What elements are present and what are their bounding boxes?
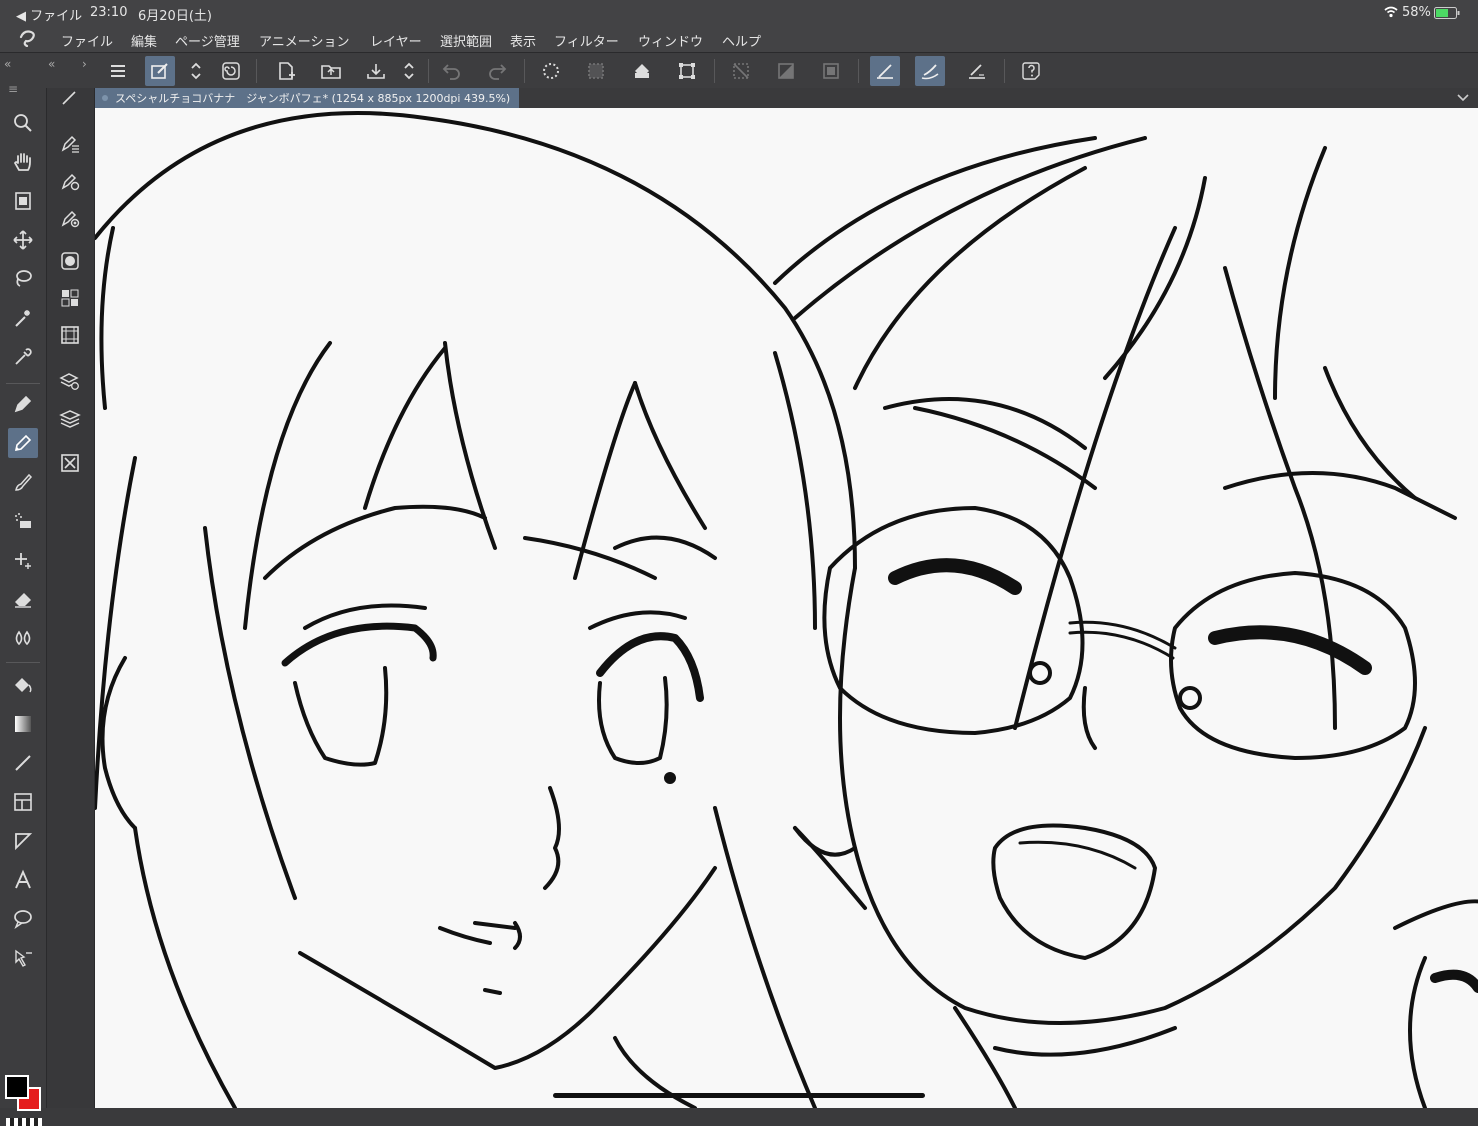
- open-folder-icon[interactable]: [316, 56, 346, 86]
- status-date: 6月20日(土): [138, 9, 212, 24]
- clear-icon[interactable]: [536, 56, 566, 86]
- spiral-icon[interactable]: [216, 56, 246, 86]
- invert-selection-icon[interactable]: [771, 56, 801, 86]
- menu-window[interactable]: ウィンドウ: [638, 31, 703, 50]
- airbrush-icon[interactable]: [8, 506, 38, 536]
- navigator-icon[interactable]: [55, 448, 85, 478]
- status-time: 23:10: [90, 5, 128, 20]
- menu-filter[interactable]: フィルター: [554, 31, 619, 50]
- menu-view[interactable]: 表示: [510, 31, 536, 50]
- color-set-icon[interactable]: [55, 283, 85, 313]
- brush-size-icon[interactable]: [55, 203, 85, 233]
- frame-border-icon[interactable]: [8, 787, 38, 817]
- eyedropper-icon[interactable]: [8, 342, 38, 372]
- clear-selection-icon[interactable]: [581, 56, 611, 86]
- tool-separator: [6, 662, 40, 663]
- collapse-left-icon[interactable]: «: [4, 57, 11, 71]
- chevron-down-icon[interactable]: [1456, 89, 1470, 108]
- separator: [858, 59, 859, 83]
- lasso-icon[interactable]: [8, 264, 38, 294]
- fill-icon[interactable]: [627, 56, 657, 86]
- document-tab[interactable]: スペシャルチョコバナナ ジャンボパフェ* (1254 x 885px 1200d…: [95, 88, 519, 108]
- sub-tool-icon[interactable]: [55, 128, 85, 158]
- document-title: スペシャルチョコバナナ ジャンボパフェ* (1254 x 885px 1200d…: [115, 92, 511, 105]
- tool-property-icon[interactable]: [55, 166, 85, 196]
- gradient-icon[interactable]: [8, 709, 38, 739]
- color-wheel-icon[interactable]: [55, 246, 85, 276]
- save-options-chevrons-icon[interactable]: [396, 56, 422, 86]
- menu-file[interactable]: ファイル: [61, 31, 113, 50]
- menu-page[interactable]: ページ管理: [175, 31, 240, 50]
- line-art-drawing: [95, 111, 1478, 1108]
- color-history-icon[interactable]: [55, 320, 85, 350]
- undo-icon[interactable]: [437, 56, 467, 86]
- ios-status-bar: ◀ ファイル 23:10 6月20日(土) 58%: [0, 0, 1478, 26]
- edit-mode-icon[interactable]: [145, 56, 175, 86]
- wifi-icon: [1384, 6, 1398, 22]
- separator: [1004, 59, 1005, 83]
- mode-switch-chevrons-icon[interactable]: [183, 56, 209, 86]
- snap-to-ruler-icon[interactable]: [870, 56, 900, 86]
- operation-icon[interactable]: [8, 186, 38, 216]
- expand-selection-icon[interactable]: [816, 56, 846, 86]
- snap-to-special-ruler-icon[interactable]: [915, 56, 945, 86]
- zoom-icon[interactable]: [8, 108, 38, 138]
- drawing-canvas[interactable]: [95, 108, 1478, 1108]
- battery-icon: [1434, 7, 1460, 23]
- balloon-icon[interactable]: [8, 904, 38, 934]
- help-icon[interactable]: [1016, 56, 1046, 86]
- layer-property-icon[interactable]: [55, 366, 85, 396]
- menu-animation[interactable]: アニメーション: [259, 31, 349, 50]
- palette-bar: [47, 88, 95, 1108]
- menu-edit[interactable]: 編集: [131, 31, 157, 50]
- app-logo-icon[interactable]: [18, 29, 40, 51]
- fill-bucket-icon[interactable]: [8, 670, 38, 700]
- ruler-icon[interactable]: [8, 826, 38, 856]
- eraser-icon[interactable]: [8, 584, 38, 614]
- hide-selection-icon[interactable]: [726, 56, 756, 86]
- text-icon[interactable]: [8, 865, 38, 895]
- collapse-panel-icon[interactable]: «: [48, 57, 55, 71]
- magic-wand-icon[interactable]: [8, 303, 38, 333]
- brush-icon[interactable]: [8, 467, 38, 497]
- menu-bar: ファイル 編集 ページ管理 アニメーション レイヤー 選択範囲 表示 フィルター…: [0, 26, 1478, 52]
- separator: [524, 59, 525, 83]
- figure-icon[interactable]: [8, 748, 38, 778]
- tool-bar: ≡: [0, 82, 47, 1126]
- hand-icon[interactable]: [8, 147, 38, 177]
- main-color-swatch[interactable]: [5, 1075, 29, 1099]
- back-to-files-link[interactable]: ◀ ファイル: [16, 5, 82, 24]
- command-bar: « « ›: [0, 52, 1478, 90]
- separator: [428, 59, 429, 83]
- home-indicator[interactable]: [553, 1093, 925, 1098]
- pencil-icon[interactable]: [8, 428, 38, 458]
- save-icon[interactable]: [361, 56, 391, 86]
- document-tab-bar: スペシャルチョコバナナ ジャンボパフェ* (1254 x 885px 1200d…: [95, 88, 1478, 108]
- tool-separator: [6, 383, 40, 384]
- decoration-icon[interactable]: [8, 545, 38, 575]
- new-file-icon[interactable]: [271, 56, 301, 86]
- correct-line-icon[interactable]: [8, 943, 38, 973]
- tool-bar-menu-icon[interactable]: ≡: [8, 82, 18, 96]
- pen-icon[interactable]: [8, 389, 38, 419]
- document-tab-dot: [102, 95, 108, 101]
- snap-to-grid-icon[interactable]: [962, 56, 992, 86]
- menu-help[interactable]: ヘルプ: [722, 31, 761, 50]
- blend-icon[interactable]: [8, 623, 38, 653]
- transform-icon[interactable]: [672, 56, 702, 86]
- pen-settings-icon[interactable]: [55, 82, 85, 112]
- expand-panel-icon[interactable]: ›: [82, 57, 87, 71]
- move-layer-icon[interactable]: [8, 225, 38, 255]
- menu-selection[interactable]: 選択範囲: [440, 31, 492, 50]
- transparent-color-swatch[interactable]: [6, 1118, 42, 1126]
- separator: [714, 59, 715, 83]
- menu-layer[interactable]: レイヤー: [370, 31, 422, 50]
- redo-icon[interactable]: [482, 56, 512, 86]
- separator: [256, 59, 257, 83]
- hamburger-menu-icon[interactable]: [103, 56, 133, 86]
- battery-percent: 58%: [1402, 5, 1431, 20]
- layer-icon[interactable]: [55, 403, 85, 433]
